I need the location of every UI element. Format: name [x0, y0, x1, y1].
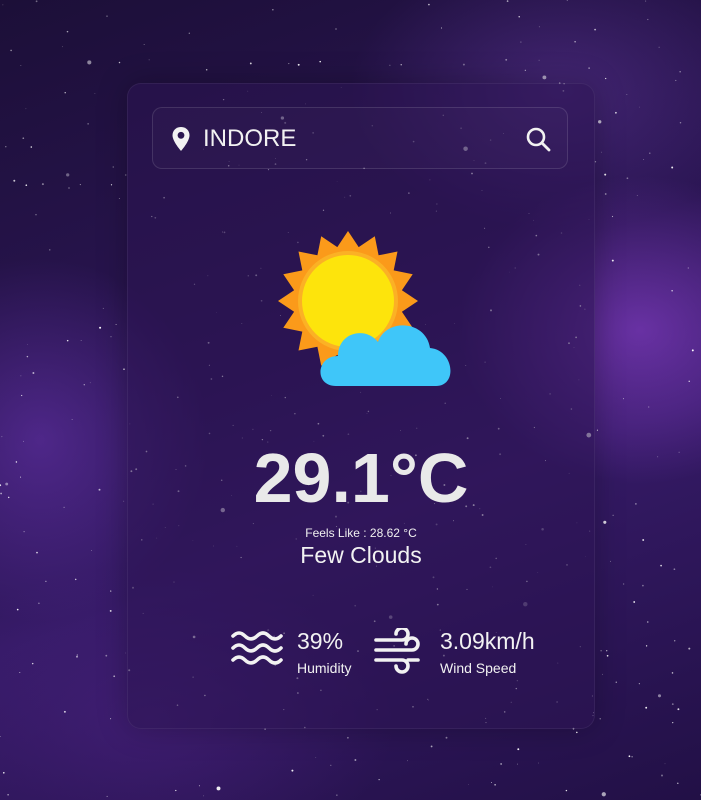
humidity-value: 39%	[297, 628, 344, 654]
humidity-label: Humidity	[297, 660, 352, 676]
weather-card: 29.1°C Feels Like : 28.62 °C Few Clouds …	[127, 83, 595, 729]
temperature-value: 29.1°C	[253, 439, 469, 517]
wind-speed-label: Wind Speed	[440, 660, 517, 676]
map-pin-icon	[172, 127, 190, 151]
city-search-input[interactable]	[203, 122, 503, 156]
sun-behind-cloud-icon	[278, 231, 451, 386]
weather-description: Few Clouds	[300, 542, 422, 568]
search-icon[interactable]	[525, 126, 551, 152]
feels-like-text: Feels Like : 28.62 °C	[305, 526, 417, 540]
wind-icon	[374, 628, 420, 674]
search-box	[152, 107, 568, 169]
waves-icon	[231, 631, 283, 665]
wind-speed-value: 3.09km/h	[440, 628, 535, 654]
